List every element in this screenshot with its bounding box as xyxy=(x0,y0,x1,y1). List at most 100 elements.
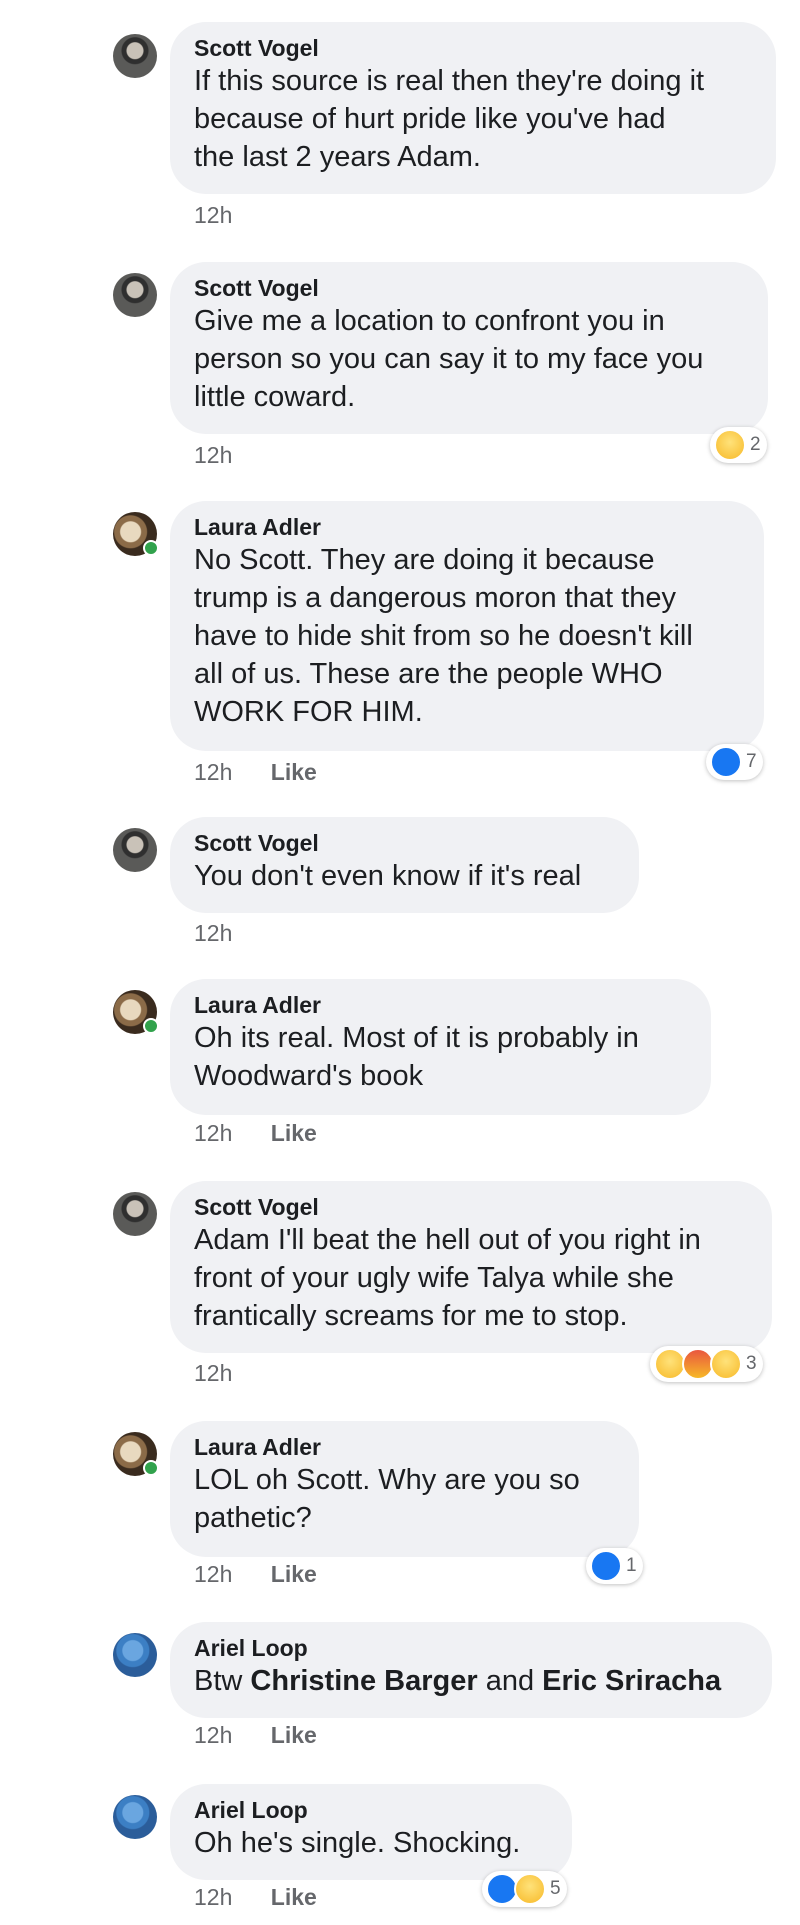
comment-author[interactable]: Laura Adler xyxy=(194,991,687,1019)
like-link[interactable]: Like xyxy=(271,1561,317,1587)
online-status-icon xyxy=(143,1018,159,1034)
timestamp[interactable]: 12h xyxy=(194,1884,232,1910)
comment-meta: 12h Like xyxy=(194,1561,317,1588)
comment-bubble: Scott Vogel If this source is real then … xyxy=(170,22,776,194)
reaction-count: 5 xyxy=(550,1878,561,1899)
haha-reaction-icon xyxy=(714,429,746,461)
avatar[interactable] xyxy=(113,990,159,1034)
timestamp[interactable]: 12h xyxy=(194,1120,232,1146)
comment-bubble: Laura Adler LOL oh Scott. Why are you so… xyxy=(170,1421,639,1557)
like-link[interactable]: Like xyxy=(271,759,317,785)
comment-text-part: Btw xyxy=(194,1665,251,1697)
comment-meta: 12h Like xyxy=(194,1120,317,1147)
comment-text: Btw Christine Barger and Eric Sriracha xyxy=(194,1662,748,1700)
comment-line: Adam I'll beat the hell out of you right… xyxy=(194,1224,701,1256)
avatar[interactable] xyxy=(113,34,157,78)
avatar[interactable] xyxy=(113,1432,159,1476)
comment-line: because of hurt pride like you've had xyxy=(194,103,666,135)
profile-photo-icon xyxy=(113,273,157,317)
reaction-count: 3 xyxy=(746,1353,757,1374)
timestamp[interactable]: 12h xyxy=(194,1561,232,1587)
comment-meta: 12h xyxy=(194,920,232,947)
comment-author[interactable]: Ariel Loop xyxy=(194,1634,748,1662)
avatar[interactable] xyxy=(113,273,157,317)
comment-text: You don't even know if it's real xyxy=(194,857,615,895)
comment-author[interactable]: Scott Vogel xyxy=(194,274,744,302)
comment-line: trump is a dangerous moron that they xyxy=(194,582,676,614)
timestamp[interactable]: 12h xyxy=(194,920,232,946)
timestamp[interactable]: 12h xyxy=(194,442,232,468)
comment-author[interactable]: Laura Adler xyxy=(194,513,740,541)
profile-photo-icon xyxy=(113,34,157,78)
comment-author[interactable]: Ariel Loop xyxy=(194,1796,548,1824)
comment-meta: 12h xyxy=(194,1360,232,1387)
comment-line: If this source is real then they're doin… xyxy=(194,65,705,97)
comment-line: pathetic? xyxy=(194,1502,312,1534)
comment-line: front of your ugly wife Talya while she xyxy=(194,1262,674,1294)
timestamp[interactable]: 12h xyxy=(194,202,232,228)
comment-bubble: Scott Vogel Give me a location to confro… xyxy=(170,262,768,434)
comment-line: Woodward's book xyxy=(194,1060,424,1092)
comment-line: the last 2 years Adam. xyxy=(194,141,481,173)
comment-line: have to hide shit from so he doesn't kil… xyxy=(194,620,693,652)
comment-author[interactable]: Laura Adler xyxy=(194,1433,615,1461)
reaction-count: 2 xyxy=(750,434,761,455)
haha-reaction-icon xyxy=(710,1348,742,1380)
reactions-badge[interactable]: 2 xyxy=(710,427,767,463)
timestamp[interactable]: 12h xyxy=(194,759,232,785)
haha-reaction-icon xyxy=(514,1873,546,1905)
comment-line: Oh he's single. Shocking. xyxy=(194,1827,521,1859)
online-status-icon xyxy=(143,1460,159,1476)
profile-photo-icon xyxy=(113,828,157,872)
comment-bubble: Ariel Loop Oh he's single. Shocking. xyxy=(170,1784,572,1880)
like-link[interactable]: Like xyxy=(271,1722,317,1748)
avatar[interactable] xyxy=(113,828,157,872)
comment-line: No Scott. They are doing it because xyxy=(194,544,655,576)
avatar[interactable] xyxy=(113,512,159,556)
comment-meta: 12h xyxy=(194,442,232,469)
comment-text: If this source is real then they're doin… xyxy=(194,62,752,176)
comment-meta: 12h Like xyxy=(194,1722,317,1749)
comment-author[interactable]: Scott Vogel xyxy=(194,829,615,857)
comment-text-part: and xyxy=(477,1665,543,1697)
comment-line: little coward. xyxy=(194,381,356,413)
comment-line: person so you can say it to my face you xyxy=(194,343,704,375)
comment-line: Oh its real. Most of it is probably in xyxy=(194,1022,639,1054)
reaction-count: 1 xyxy=(626,1555,637,1576)
profile-photo-icon xyxy=(113,1795,157,1839)
timestamp[interactable]: 12h xyxy=(194,1360,232,1386)
comment-text: Oh its real. Most of it is probably in W… xyxy=(194,1019,687,1095)
reactions-badge[interactable]: 5 xyxy=(482,1871,567,1907)
timestamp[interactable]: 12h xyxy=(194,1722,232,1748)
comment-author[interactable]: Scott Vogel xyxy=(194,34,752,62)
avatar[interactable] xyxy=(113,1633,157,1677)
comment-author[interactable]: Scott Vogel xyxy=(194,1193,748,1221)
comment-text: LOL oh Scott. Why are you so pathetic? xyxy=(194,1461,615,1537)
profile-photo-icon xyxy=(113,1192,157,1236)
like-link[interactable]: Like xyxy=(271,1120,317,1146)
comment-bubble: Ariel Loop Btw Christine Barger and Eric… xyxy=(170,1622,772,1718)
like-reaction-icon xyxy=(710,746,742,778)
avatar[interactable] xyxy=(113,1192,157,1236)
comment-bubble: Scott Vogel Adam I'll beat the hell out … xyxy=(170,1181,772,1353)
avatar[interactable] xyxy=(113,1795,157,1839)
reaction-count: 7 xyxy=(746,751,757,772)
comment-text: Adam I'll beat the hell out of you right… xyxy=(194,1221,748,1335)
profile-photo-icon xyxy=(113,1633,157,1677)
reactions-badge[interactable]: 7 xyxy=(706,744,763,780)
mention-link[interactable]: Christine Barger xyxy=(250,1665,477,1697)
comment-line: all of us. These are the people WHO xyxy=(194,658,663,690)
like-link[interactable]: Like xyxy=(271,1884,317,1910)
reactions-badge[interactable]: 1 xyxy=(586,1548,643,1584)
comment-line: LOL oh Scott. Why are you so xyxy=(194,1464,580,1496)
comment-bubble: Laura Adler Oh its real. Most of it is p… xyxy=(170,979,711,1115)
mention-link[interactable]: Eric Sriracha xyxy=(542,1665,721,1697)
comment-meta: 12h Like xyxy=(194,759,317,786)
comment-line: Give me a location to confront you in xyxy=(194,305,665,337)
comment-text: Oh he's single. Shocking. xyxy=(194,1824,548,1862)
reactions-badge[interactable]: 3 xyxy=(650,1346,763,1382)
comment-text: No Scott. They are doing it because trum… xyxy=(194,541,740,731)
comment-bubble: Scott Vogel You don't even know if it's … xyxy=(170,817,639,913)
like-reaction-icon xyxy=(590,1550,622,1582)
comment-text: Give me a location to confront you in pe… xyxy=(194,302,744,416)
